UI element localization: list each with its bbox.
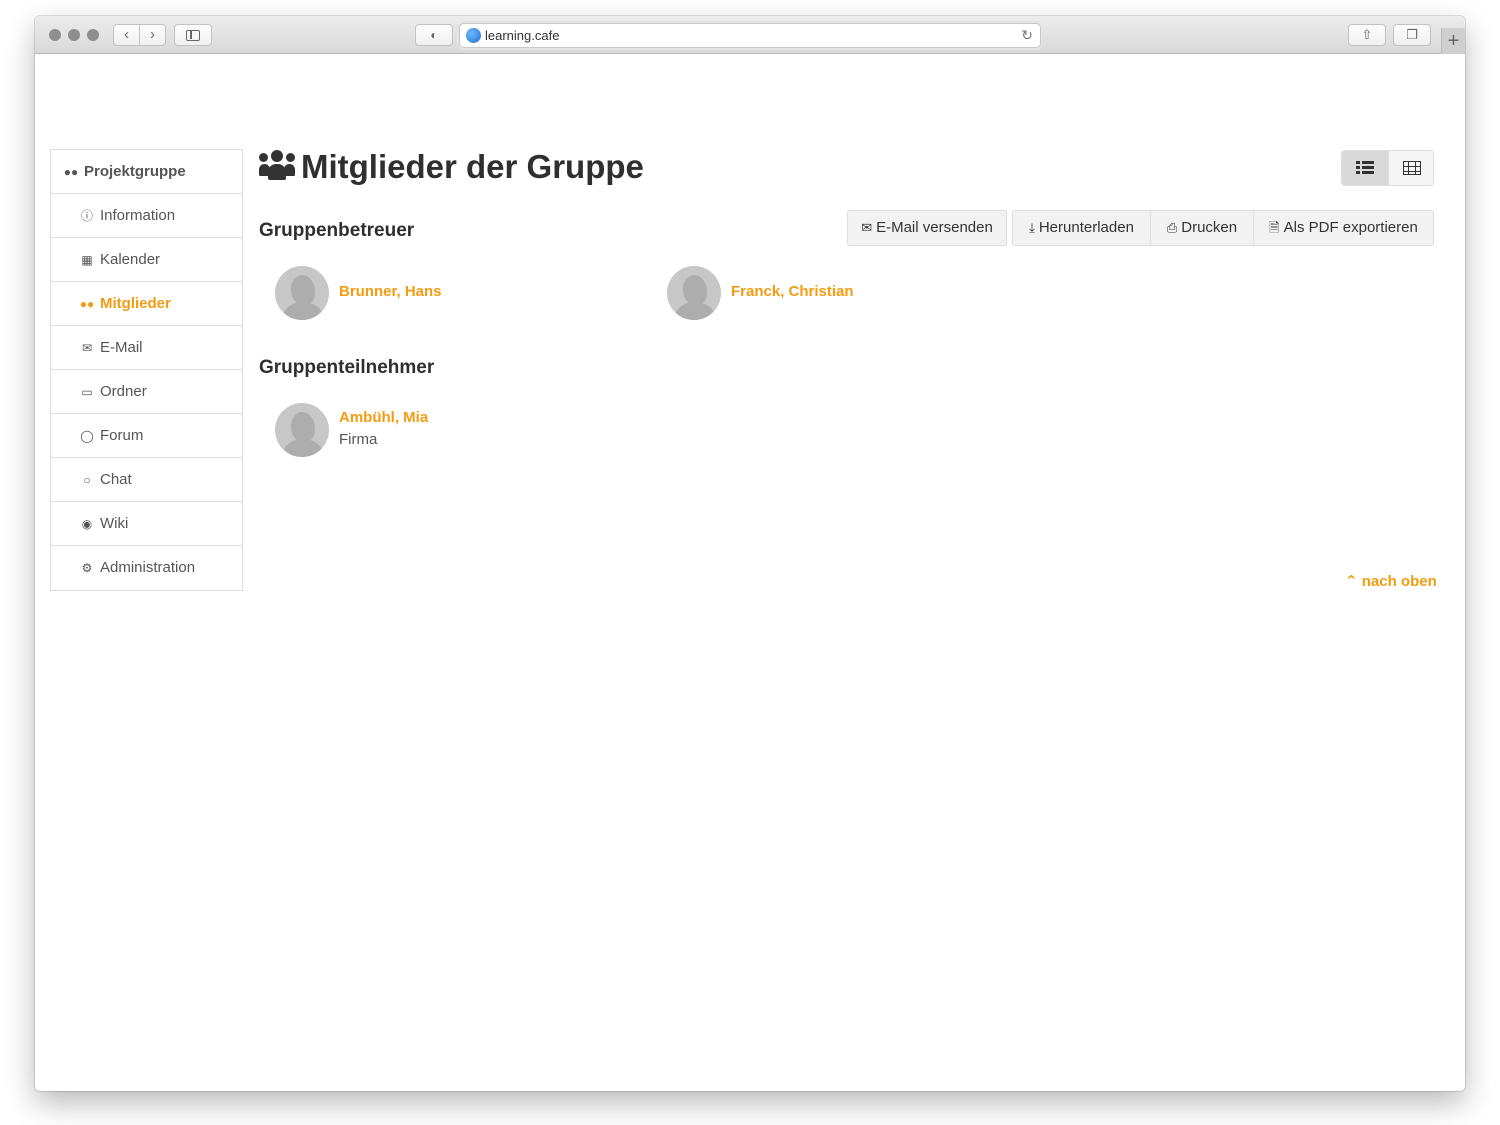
sidebar-item-mitglieder[interactable]: ●● Mitglieder	[51, 282, 242, 326]
member-name-link[interactable]: Franck, Christian	[731, 283, 854, 300]
sidebar-item-kalender[interactable]: ▦ Kalender	[51, 238, 242, 282]
sidebar-header-label: Projektgruppe	[84, 163, 186, 180]
new-tab-button[interactable]: +	[1441, 28, 1465, 54]
send-email-label: E-Mail versenden	[876, 219, 993, 236]
envelope-icon: ✉	[861, 220, 873, 235]
sidebar-item-label: E-Mail	[100, 339, 143, 356]
table-icon	[1403, 161, 1421, 175]
member-card: Franck, Christian	[667, 266, 967, 322]
users-icon: ●●	[63, 165, 79, 179]
sidebar-item-ordner[interactable]: ▭ Ordner	[51, 370, 242, 414]
sidebar-item-label: Administration	[100, 559, 196, 576]
download-label: Herunterladen	[1038, 219, 1134, 236]
sidebar-item-chat[interactable]: ○ Chat	[51, 458, 242, 502]
chevron-right-icon: ›	[150, 26, 155, 43]
export-pdf-label: Als PDF exportieren	[1283, 219, 1418, 236]
sidebar-item-label: Forum	[100, 427, 144, 444]
sidebar-item-administration[interactable]: ⚙ Administration	[51, 546, 242, 590]
reload-icon[interactable]: ↻	[1021, 24, 1033, 47]
forward-button[interactable]: ›	[139, 24, 166, 46]
globe-icon: ◉	[81, 517, 93, 531]
page-title-text: Mitglieder der Gruppe	[301, 148, 644, 185]
table-view-button[interactable]	[1388, 151, 1433, 185]
chevron-left-icon: ‹	[124, 26, 129, 43]
export-pdf-button[interactable]: 🗎 Als PDF exportieren	[1253, 210, 1434, 246]
view-toggle	[1341, 150, 1434, 186]
sidebar-item-label: Mitglieder	[100, 295, 171, 312]
users-icon	[259, 150, 295, 180]
info-circle-icon: ⓘ	[80, 209, 93, 223]
privacy-report-button[interactable]: ◐	[415, 24, 453, 46]
calendar-icon: ▦	[81, 253, 93, 267]
sidebar-item-label: Kalender	[100, 251, 161, 268]
sidebar-item-wiki[interactable]: ◉ Wiki	[51, 502, 242, 546]
url-text: learning.cafe	[485, 28, 560, 43]
address-bar[interactable]: learning.cafe ↻	[459, 23, 1041, 48]
back-button[interactable]: ‹	[113, 24, 140, 46]
share-icon: ⇧	[1361, 27, 1373, 42]
file-pdf-icon: 🗎	[1269, 220, 1280, 235]
zoom-window-button[interactable]	[87, 29, 99, 41]
print-icon: ⎙	[1166, 220, 1178, 235]
sidebar-toggle-button[interactable]	[174, 24, 212, 46]
chevron-up-icon: ⌃	[1345, 573, 1358, 590]
group-sidebar: ●● Projektgruppe ⓘ Information ▦ Kalender ●…	[50, 149, 243, 591]
envelope-icon: ✉	[81, 341, 93, 355]
list-icon	[1356, 161, 1374, 175]
browser-window: ‹ › ◐ learning.cafe ↻ ⇧ ❐ + ●● Projektgru…	[35, 16, 1465, 1091]
member-company: Firma	[339, 431, 378, 448]
cogs-icon: ⚙	[81, 561, 93, 575]
section-title-teilnehmer: Gruppenteilnehmer	[259, 357, 435, 378]
print-label: Drucken	[1181, 219, 1238, 236]
avatar[interactable]	[275, 403, 329, 457]
close-window-button[interactable]	[49, 29, 61, 41]
comment-icon: ○	[83, 473, 91, 487]
sidebar-item-label: Chat	[100, 471, 132, 488]
member-name-link[interactable]: Ambühl, Mia	[339, 409, 428, 426]
send-email-button[interactable]: ✉ E-Mail versenden	[847, 210, 1007, 246]
browser-toolbar: ‹ › ◐ learning.cafe ↻ ⇧ ❐ +	[35, 16, 1465, 54]
tab-overview-button[interactable]: ❐	[1393, 24, 1431, 46]
member-card: Brunner, Hans	[275, 266, 575, 322]
tabs-icon: ❐	[1406, 27, 1418, 42]
member-name-link[interactable]: Brunner, Hans	[339, 283, 442, 300]
users-icon: ●●	[79, 297, 95, 311]
list-view-button[interactable]	[1342, 151, 1388, 185]
sidebar-item-email[interactable]: ✉ E-Mail	[51, 326, 242, 370]
section-title-betreuer: Gruppenbetreuer	[259, 220, 415, 241]
page-title: Mitglieder der Gruppe	[259, 146, 644, 188]
sidebar-item-label: Ordner	[100, 383, 147, 400]
avatar[interactable]	[275, 266, 329, 320]
sidebar-item-information[interactable]: ⓘ Information	[51, 194, 242, 238]
minimize-window-button[interactable]	[68, 29, 80, 41]
sidebar-item-label: Wiki	[100, 515, 129, 532]
download-button[interactable]: ⤓ Herunterladen	[1012, 210, 1151, 246]
shield-icon: ◐	[430, 28, 438, 42]
back-to-top-label: nach oben	[1361, 573, 1437, 590]
back-to-top-link[interactable]: ⌃ nach oben	[1345, 572, 1437, 590]
folder-open-icon: ▭	[81, 385, 93, 399]
share-button[interactable]: ⇧	[1348, 24, 1386, 46]
download-icon: ⤓	[1029, 220, 1035, 235]
sidebar-item-label: Information	[100, 207, 176, 224]
print-button[interactable]: ⎙ Drucken	[1150, 210, 1254, 246]
comments-icon: ◯	[80, 429, 94, 443]
sidebar-icon	[186, 30, 200, 41]
avatar[interactable]	[667, 266, 721, 320]
sidebar-header[interactable]: ●● Projektgruppe	[51, 150, 242, 194]
sidebar-item-forum[interactable]: ◯ Forum	[51, 414, 242, 458]
globe-icon	[466, 28, 481, 43]
member-card: Ambühl, Mia Firma	[275, 403, 575, 459]
